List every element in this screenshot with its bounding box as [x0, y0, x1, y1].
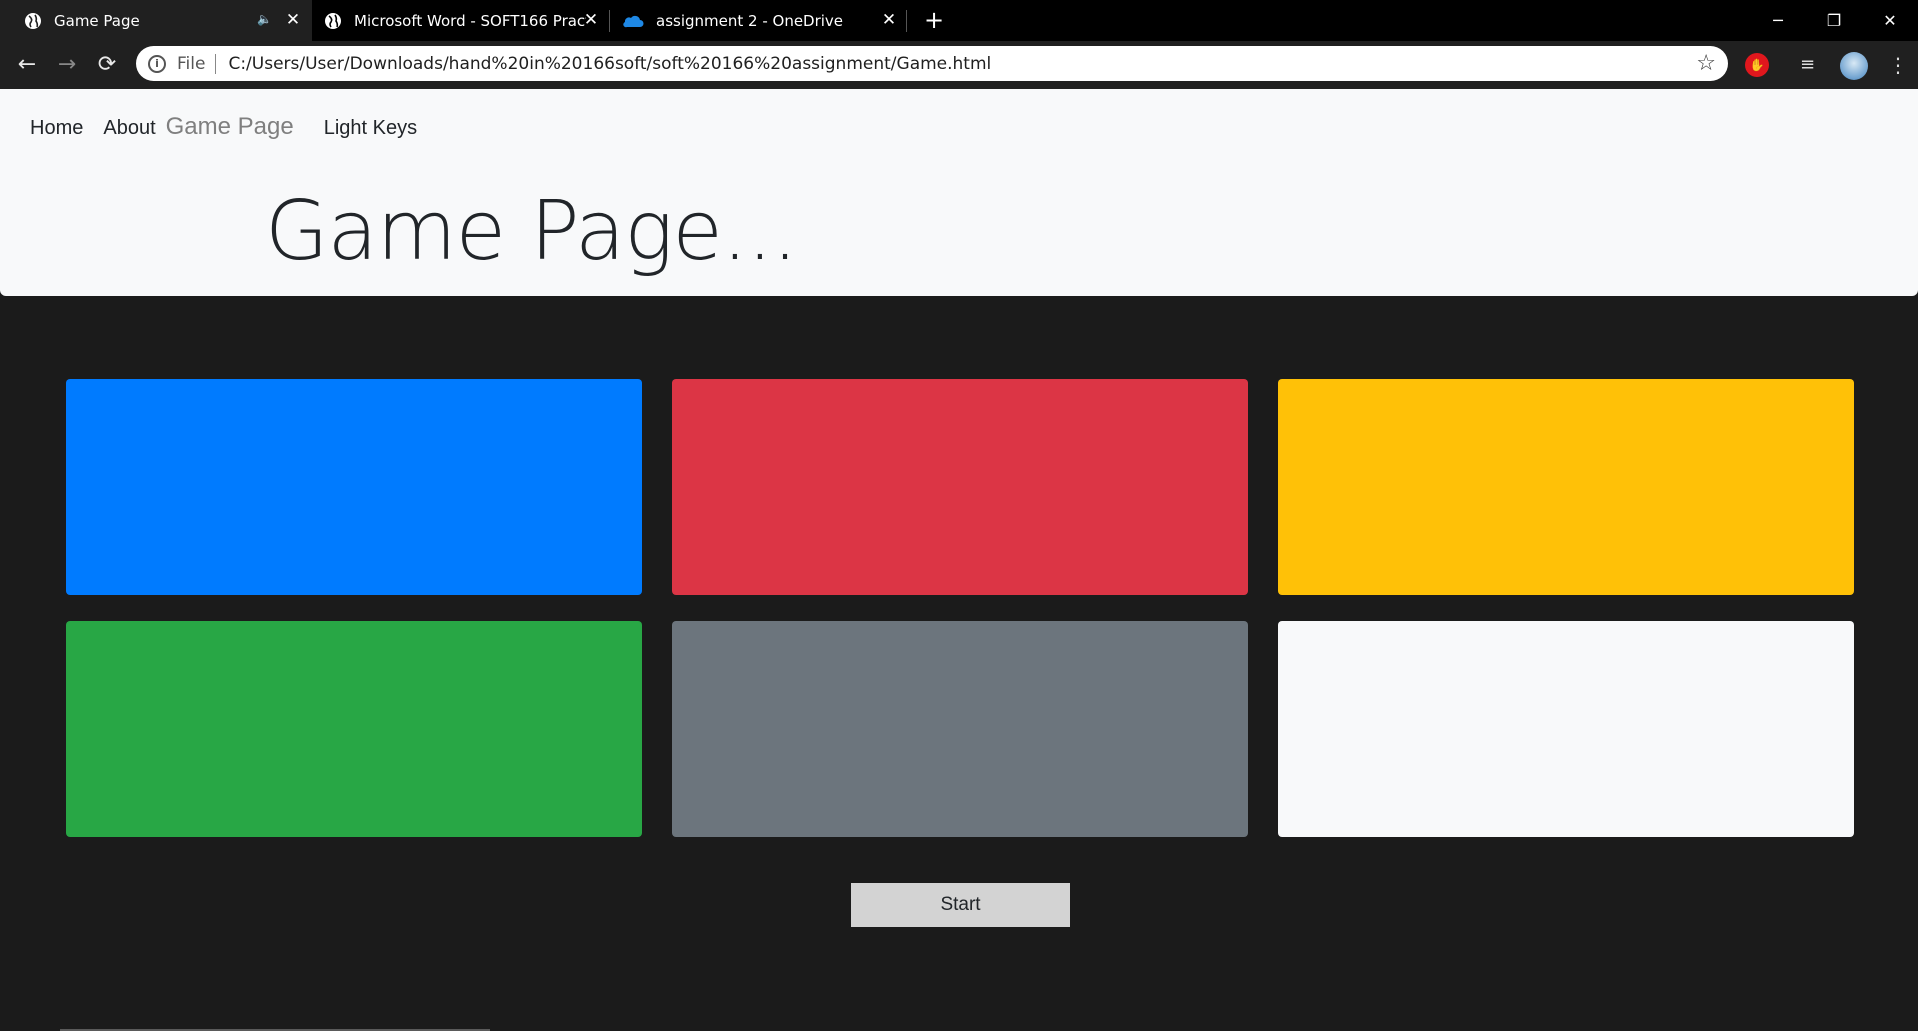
address-bar[interactable]: i File C:/Users/User/Downloads/hand%20in…: [136, 46, 1728, 81]
tab-title: Game Page: [54, 11, 140, 30]
tile-green[interactable]: [66, 621, 642, 837]
tile-blue[interactable]: [66, 379, 642, 595]
bookmark-star-icon[interactable]: ☆: [1696, 51, 1716, 76]
adblock-extension-icon[interactable]: ✋: [1745, 53, 1769, 77]
browser-tab-bar: Game Page 🔈 ✕ Microsoft Word - SOFT166 P…: [0, 0, 1918, 41]
scheme-label: File: [177, 53, 206, 74]
more-menu-icon[interactable]: ⋮: [1886, 53, 1910, 77]
reload-icon[interactable]: ⟳: [93, 51, 121, 79]
page-title: Game Page...: [265, 184, 798, 279]
close-tab-icon[interactable]: ✕: [880, 11, 898, 29]
tile-red[interactable]: [672, 379, 1248, 595]
nav-light-keys[interactable]: Light Keys: [324, 117, 417, 140]
tile-gray[interactable]: [672, 621, 1248, 837]
tab-game-page[interactable]: Game Page 🔈 ✕: [0, 0, 312, 41]
tab-title: Microsoft Word - SOFT166 Practi: [354, 11, 586, 30]
header-jumbotron: Home About Game Page Light Keys Game Pag…: [0, 89, 1918, 296]
tile-yellow[interactable]: [1278, 379, 1854, 595]
tab-divider: [906, 10, 907, 32]
close-tab-icon[interactable]: ✕: [582, 11, 600, 29]
nav-home[interactable]: Home: [30, 117, 83, 140]
tile-white[interactable]: [1278, 621, 1854, 837]
tab-microsoft-word[interactable]: Microsoft Word - SOFT166 Practi ✕: [312, 0, 610, 41]
nav-game-page[interactable]: Game Page: [166, 113, 294, 141]
info-icon[interactable]: i: [148, 54, 166, 73]
close-window-button[interactable]: ✕: [1862, 0, 1918, 41]
onedrive-icon: [622, 12, 644, 30]
back-arrow-icon[interactable]: ←: [13, 51, 41, 79]
site-nav: Home About Game Page Light Keys: [30, 113, 437, 141]
page-content: Home About Game Page Light Keys Game Pag…: [0, 89, 1918, 1031]
tab-title: assignment 2 - OneDrive: [656, 11, 844, 30]
close-tab-icon[interactable]: ✕: [284, 11, 302, 29]
mute-icon[interactable]: 🔈: [257, 12, 272, 26]
start-button[interactable]: Start: [851, 883, 1070, 927]
nav-about[interactable]: About: [103, 117, 155, 140]
restore-button[interactable]: ❐: [1806, 0, 1862, 41]
globe-icon: [24, 12, 42, 30]
forward-arrow-icon[interactable]: →: [53, 51, 81, 79]
globe-icon: [324, 12, 342, 30]
new-tab-button[interactable]: +: [920, 8, 948, 32]
browser-toolbar: ← → ⟳ i File C:/Users/User/Downloads/han…: [0, 41, 1918, 89]
url-text[interactable]: C:/Users/User/Downloads/hand%20in%20166s…: [228, 54, 991, 74]
media-control-icon[interactable]: ≡: [1800, 53, 1824, 77]
profile-avatar[interactable]: [1840, 52, 1868, 80]
tab-onedrive[interactable]: assignment 2 - OneDrive ✕: [610, 0, 908, 41]
minimize-button[interactable]: ─: [1750, 0, 1806, 41]
omnibox-divider: [215, 53, 217, 74]
